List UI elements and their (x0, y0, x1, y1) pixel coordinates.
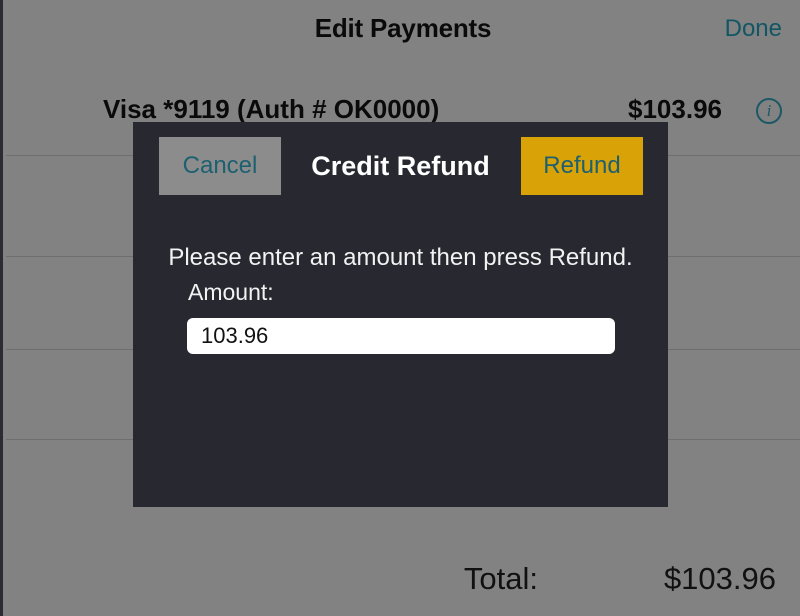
info-circle-icon[interactable]: i (756, 98, 782, 124)
total-row: Total: $103.96 (6, 506, 800, 616)
navigation-bar: Edit Payments Done (6, 0, 800, 58)
dialog-header: Cancel Credit Refund Refund (133, 122, 668, 195)
refund-button[interactable]: Refund (521, 137, 643, 195)
payment-amount: $103.96 (628, 94, 722, 124)
credit-refund-dialog: Cancel Credit Refund Refund Please enter… (133, 122, 668, 507)
total-value: $103.96 (663, 561, 776, 596)
amount-field-label: Amount: (188, 279, 274, 305)
payment-description: Visa *9119 (Auth # OK0000) (103, 94, 440, 124)
page-title: Edit Payments (314, 13, 492, 43)
done-button[interactable]: Done (725, 15, 782, 43)
dialog-message: Please enter an amount then press Refund… (168, 244, 633, 271)
amount-input[interactable] (187, 318, 615, 354)
total-label: Total: (463, 561, 538, 596)
